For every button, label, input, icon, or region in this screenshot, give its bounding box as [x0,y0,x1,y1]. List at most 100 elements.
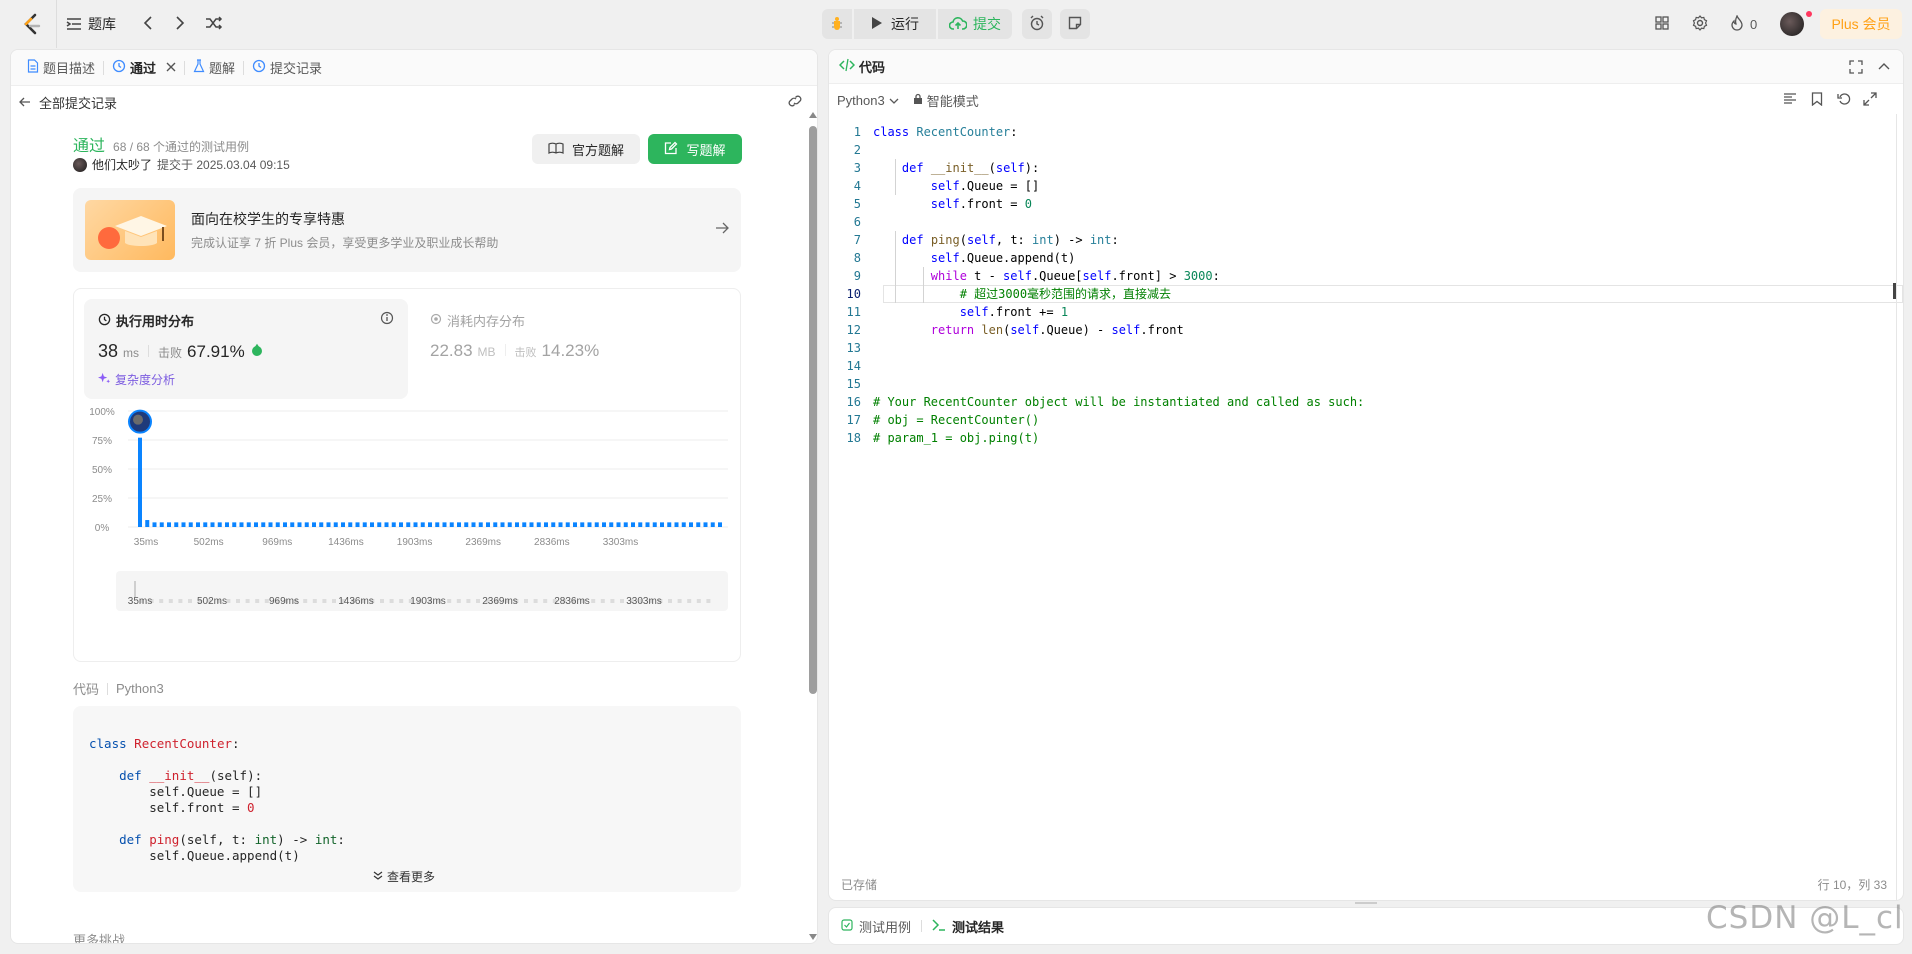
chart-bar[interactable] [696,522,701,527]
format-icon[interactable] [1783,93,1797,108]
back-to-submissions[interactable]: 全部提交记录 [19,92,117,112]
chart-bar[interactable] [616,522,621,527]
random-problem-button[interactable] [200,12,228,36]
left-scrollbar[interactable] [809,112,817,942]
scroll-up-arrow[interactable] [809,112,817,118]
fullscreen-icon[interactable] [1849,60,1863,77]
tab-test-results[interactable]: 测试结果 [932,917,1004,936]
chart-bar[interactable] [631,522,635,527]
chart-bar[interactable] [254,522,258,527]
chart-bar[interactable] [718,522,722,527]
chart-bar[interactable] [413,522,418,527]
chart-bar[interactable] [449,522,454,527]
chart-bar[interactable] [196,522,200,527]
code-editor[interactable]: 1 class RecentCounter: 2 3 def __init__(s… [829,123,1903,723]
run-button[interactable]: 运行 [854,9,936,39]
chart-bar[interactable] [587,522,592,527]
leetcode-logo[interactable] [20,12,44,36]
chart-bar[interactable] [689,522,693,527]
runtime-distribution-chart[interactable]: 100% 75% 50% 25% 0% 35ms 502ms 969ms 1436ms 1903m… [74,405,740,661]
bookmark-icon[interactable] [1811,92,1823,109]
chart-bar[interactable] [667,522,672,527]
chart-bar[interactable] [551,522,556,527]
chart-bar[interactable] [464,522,469,527]
info-icon[interactable] [380,311,394,328]
chart-bar[interactable] [370,522,374,527]
prev-problem-button[interactable] [136,12,160,36]
chart-bar[interactable] [268,522,273,527]
chart-bar[interactable] [681,522,686,527]
chart-bar[interactable] [710,522,715,527]
chart-bar[interactable] [188,522,193,527]
chart-bar[interactable] [486,522,490,527]
tab-accepted[interactable]: 通过 [104,50,184,86]
chart-bar[interactable] [457,522,461,527]
layout-button[interactable] [1650,12,1674,36]
chart-bar[interactable] [159,522,164,527]
chart-bar[interactable] [645,522,650,527]
chart-bar[interactable] [580,522,585,527]
chart-bar[interactable] [203,522,208,527]
chart-bar[interactable] [420,522,425,527]
complexity-analysis-link[interactable]: 复杂度分析 [98,371,175,388]
chart-bar[interactable] [312,522,316,527]
chart-bar[interactable] [623,522,628,527]
chart-bar[interactable] [167,522,171,527]
promo-banner[interactable]: 面向在校学生的专享特惠 完成认证享 7 折 Plus 会员，享受更多学业及职业成… [73,188,741,272]
runtime-box[interactable]: 执行用时分布 38 ms 击败 67.91% 复杂度分析 [84,299,408,399]
chart-bar[interactable] [594,522,599,527]
chart-bar[interactable] [544,522,548,527]
chart-bar[interactable] [355,522,360,527]
chart-bar[interactable] [326,522,331,527]
chart-bar[interactable] [239,522,244,527]
vertical-resize-handle[interactable] [1355,902,1377,904]
chart-bar[interactable] [174,522,179,527]
chart-bar[interactable] [399,522,403,527]
chart-bar[interactable] [558,522,563,527]
reset-icon[interactable] [1837,92,1851,109]
chart-bar[interactable] [304,522,309,527]
submit-button[interactable]: 提交 [938,9,1012,39]
official-solution-button[interactable]: 官方题解 [532,134,640,164]
chart-bar[interactable] [602,522,606,527]
chart-bar[interactable] [333,522,338,527]
chart-bar[interactable] [232,522,237,527]
debug-button[interactable] [822,9,852,39]
chart-bar[interactable] [275,522,280,527]
settings-button[interactable] [1688,12,1712,36]
tab-testcases[interactable]: 测试用例 [841,917,911,936]
tab-submissions[interactable]: 提交记录 [244,50,330,86]
chart-bar[interactable] [377,522,382,527]
chart-bar[interactable] [217,522,222,527]
chart-bar[interactable] [319,522,324,527]
next-problem-button[interactable] [168,12,192,36]
chart-bar[interactable] [660,522,664,527]
streak-counter[interactable]: 0 [1730,12,1757,36]
chart-bar[interactable] [435,522,440,527]
chart-bar[interactable] [674,522,679,527]
collapse-icon[interactable] [1877,60,1891,77]
username[interactable]: 他们太吵了 [92,156,152,173]
chart-bar[interactable] [152,522,157,527]
chart-bar[interactable] [703,522,708,527]
chart-bar[interactable] [138,437,142,527]
editor-vertical-scrollbar[interactable] [1896,114,1897,900]
chart-bar[interactable] [246,522,251,527]
user-avatar[interactable] [73,157,87,172]
chart-bar[interactable] [261,522,266,527]
chart-bar[interactable] [210,522,215,527]
tab-description[interactable]: 题目描述 [19,50,103,86]
avatar[interactable] [1780,12,1804,36]
see-more-button[interactable]: 查看更多 [373,868,435,885]
chart-bar[interactable] [638,522,643,527]
range-slider-handle[interactable] [134,581,136,597]
chart-bar[interactable] [500,522,505,527]
chart-bar[interactable] [573,522,577,527]
chart-bar[interactable] [341,522,345,527]
chart-bar[interactable] [493,522,498,527]
tab-solutions[interactable]: 题解 [185,50,243,86]
chart-bar[interactable] [348,522,353,527]
chart-bar[interactable] [536,522,541,527]
chart-bar[interactable] [406,522,411,527]
chart-bar[interactable] [428,522,432,527]
